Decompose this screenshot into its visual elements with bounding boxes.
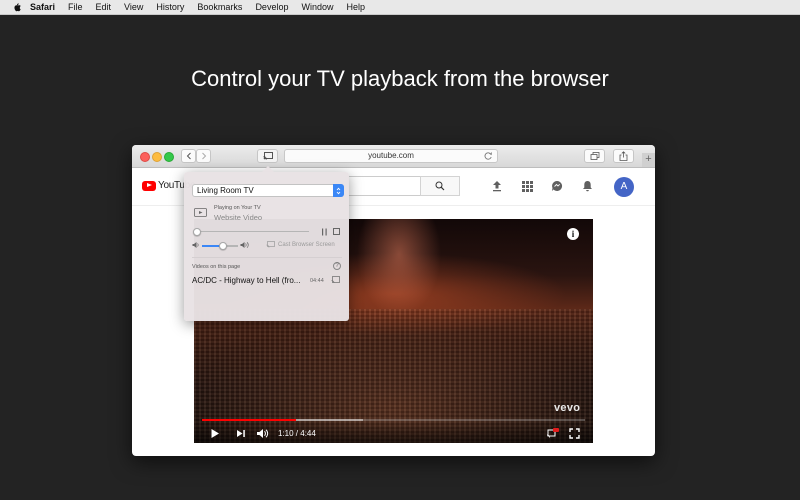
video-cast-icon[interactable]: [331, 276, 340, 284]
upload-icon: [493, 181, 501, 192]
menu-file[interactable]: File: [68, 2, 83, 12]
playback-position-knob[interactable]: [193, 228, 201, 236]
menu-view[interactable]: View: [124, 2, 143, 12]
new-tab-button[interactable]: +: [642, 153, 655, 167]
volume-knob[interactable]: [218, 242, 227, 250]
share-icon: [619, 151, 628, 161]
search-input[interactable]: [348, 176, 420, 196]
playback-position-slider[interactable]: [193, 228, 309, 236]
popover-divider: [192, 257, 342, 258]
volume-icon: [257, 428, 269, 438]
progress-played: [202, 419, 297, 421]
video-list-item-duration: 04:44: [310, 278, 324, 284]
next-button[interactable]: [236, 427, 246, 439]
cast-toolbar-button[interactable]: [257, 149, 278, 163]
cast-player-button[interactable]: [546, 427, 559, 439]
fullscreen-button[interactable]: [569, 427, 580, 439]
menu-bar: Safari File Edit View History Bookmarks …: [0, 0, 800, 15]
menu-help[interactable]: Help: [346, 2, 365, 12]
cast-popover: Living Room TV Playing on Your TV Websit…: [184, 166, 349, 321]
tabs-icon: [590, 151, 599, 160]
select-arrows-icon: [333, 184, 344, 197]
info-icon[interactable]: i: [567, 228, 579, 240]
chevron-left-icon: [186, 152, 191, 160]
help-icon[interactable]: ?: [333, 262, 341, 270]
device-select-value: Living Room TV: [197, 186, 254, 195]
play-icon: [211, 428, 219, 438]
menu-edit[interactable]: Edit: [96, 2, 112, 12]
time-display: 1:10 / 4:44: [278, 429, 316, 438]
play-button[interactable]: [210, 427, 220, 439]
share-button[interactable]: [613, 149, 634, 163]
volume-slider[interactable]: [202, 242, 238, 250]
playing-what-label: Website Video: [214, 213, 263, 222]
fullscreen-icon: [569, 427, 580, 439]
cast-browser-screen-label: Cast Browser Screen: [278, 241, 335, 248]
tabs-overview-button[interactable]: [584, 149, 605, 163]
volume-low-icon: [192, 242, 199, 248]
progress-bar[interactable]: [202, 419, 585, 421]
browser-toolbar: youtube.com: [132, 145, 655, 168]
menu-window[interactable]: Window: [301, 2, 333, 12]
cast-icon: [262, 152, 273, 160]
account-avatar[interactable]: A: [614, 177, 634, 197]
player-controls: 1:10 / 4:44: [194, 423, 593, 443]
menu-history[interactable]: History: [156, 2, 184, 12]
reload-icon[interactable]: [483, 151, 493, 161]
menu-develop[interactable]: Develop: [255, 2, 288, 12]
bell-icon: [582, 181, 592, 192]
video-list-item-title[interactable]: AC/DC - Highway to Hell (fro...: [192, 276, 308, 285]
menu-app-safari[interactable]: Safari: [30, 2, 55, 12]
cast-browser-screen-button[interactable]: Cast Browser Screen: [266, 241, 335, 248]
pause-icon[interactable]: [321, 228, 328, 236]
search-button[interactable]: [420, 176, 460, 196]
url-bar[interactable]: youtube.com: [284, 149, 498, 163]
skip-next-icon: [237, 429, 245, 437]
notifications-button[interactable]: [580, 179, 594, 193]
back-button[interactable]: [181, 149, 196, 163]
search-icon: [435, 181, 445, 191]
messages-button[interactable]: [550, 179, 564, 193]
chevron-right-icon: [201, 152, 206, 160]
youtube-play-icon: [142, 180, 156, 191]
menu-bookmarks[interactable]: Bookmarks: [197, 2, 242, 12]
videos-on-page-label: Videos on this page: [192, 264, 241, 270]
apps-button[interactable]: [520, 179, 534, 193]
tv-icon: [194, 208, 207, 217]
stop-icon[interactable]: [333, 228, 340, 235]
headline: Control your TV playback from the browse…: [191, 66, 609, 91]
chat-icon: [552, 180, 563, 191]
close-window-button[interactable]: [140, 152, 150, 162]
minimize-window-button[interactable]: [152, 152, 162, 162]
cast-screen-icon: [266, 241, 275, 248]
device-select[interactable]: Living Room TV: [192, 184, 344, 197]
mute-button[interactable]: [256, 427, 269, 439]
zoom-window-button[interactable]: [164, 152, 174, 162]
forward-button[interactable]: [196, 149, 211, 163]
volume-high-icon: [240, 242, 249, 248]
cast-badge-icon: [546, 427, 559, 438]
playing-on-label: Playing on Your TV: [214, 205, 261, 211]
upload-button[interactable]: [490, 179, 504, 193]
apple-icon[interactable]: [12, 2, 22, 12]
vevo-watermark: vevo: [554, 402, 581, 414]
apps-grid-icon: [521, 180, 533, 192]
url-text: youtube.com: [368, 151, 414, 160]
